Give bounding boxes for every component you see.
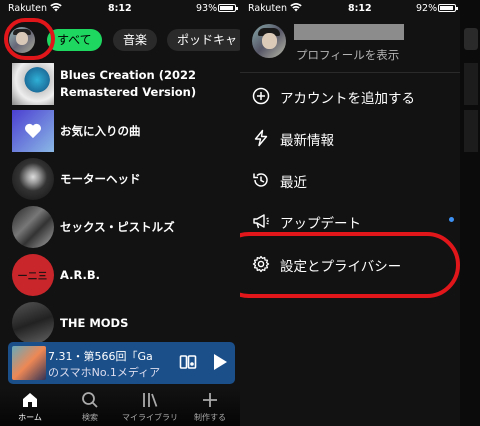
now-playing-subtitle: のスマホNo.1メディア [48,366,161,379]
connect-device-icon[interactable] [178,353,198,373]
carrier-name: Rakuten [248,3,288,14]
chip-podcast[interactable]: ポッドキャ [167,29,240,51]
nav-home[interactable]: ホーム [0,391,60,423]
now-playing-title: 7.31・第566回「Ga [48,350,153,363]
menu-updates[interactable]: アップデート [252,209,454,233]
home-icon [0,391,60,411]
status-time: 8:12 [348,3,372,14]
artist-image [12,206,54,248]
gear-icon [252,255,270,273]
library-item-title: セックス・ピストルズ [60,219,175,234]
mini-player[interactable]: 7.31・第566回「Ga のスマホNo.1メディア [8,342,235,384]
profile-avatar[interactable] [252,24,286,58]
menu-whats-new[interactable]: 最新情報 [252,126,452,150]
history-icon [253,173,268,187]
search-icon [60,391,120,411]
heart-icon [25,123,41,139]
library-item-title: A.R.B. [60,267,101,282]
now-playing-art [12,346,46,380]
artist-image: 一二三 [12,254,54,296]
artist-image [12,158,54,200]
battery-percent: 93% [196,3,218,14]
nav-search[interactable]: 検索 [60,391,120,423]
view-profile-link[interactable]: プロフィールを表示 [296,47,399,63]
nav-create[interactable]: 制作する [180,391,240,423]
notification-dot [449,217,454,222]
home-screen: Rakuten 8:12 93% すべて 音楽 ポッドキャ Blues Crea… [0,0,240,426]
status-bar: Rakuten 8:12 92% [240,0,460,18]
megaphone-icon [253,214,269,229]
library-item[interactable]: モーターヘッド [12,158,228,200]
menu-settings-privacy[interactable]: 設定とプライバシー [252,252,452,276]
menu-add-account[interactable]: アカウントを追加する [252,84,452,108]
liked-songs-art [12,110,54,152]
plus-icon [180,391,240,411]
status-bar: Rakuten 8:12 93% [0,0,240,18]
profile-name-redacted [294,24,404,40]
status-time: 8:12 [108,3,132,14]
carrier-name: Rakuten [8,3,48,14]
profile-menu-screen: Rakuten 8:12 92% プロフィールを表示 アカウントを追加する 最新… [240,0,460,426]
next-screen-peek [460,0,480,426]
nav-library[interactable]: マイライブラリ [120,391,180,423]
library-item-title: モーターヘッド [60,171,141,186]
album-art [12,63,54,105]
library-item-title: THE MODS [60,315,129,330]
library-item[interactable]: 一二三 A.R.B. [12,254,228,296]
library-icon [120,391,180,411]
battery-icon [218,4,238,12]
wifi-icon [290,3,302,15]
divider [240,72,460,73]
chip-music[interactable]: 音楽 [113,29,158,51]
library-item-title: お気に入りの曲 [60,123,141,138]
library-item[interactable]: Blues Creation (2022 Remastered Version) [12,63,228,105]
add-circle-icon [252,87,270,105]
library-item[interactable]: THE MODS [12,302,228,344]
lightning-icon [254,129,268,147]
chip-all[interactable]: すべて [47,29,102,51]
bottom-navigation: ホーム 検索 マイライブラリ 制作する [0,388,240,426]
battery-percent: 92% [416,3,438,14]
menu-recents[interactable]: 最近 [252,168,452,192]
library-item[interactable]: お気に入りの曲 [12,110,228,152]
play-icon[interactable] [208,351,230,373]
artist-image [12,302,54,344]
wifi-icon [50,3,62,15]
library-item-title: Blues Creation (2022 Remastered Version) [60,68,197,99]
library-item[interactable]: セックス・ピストルズ [12,206,228,248]
profile-avatar-button[interactable] [9,27,35,53]
battery-icon [438,4,458,12]
